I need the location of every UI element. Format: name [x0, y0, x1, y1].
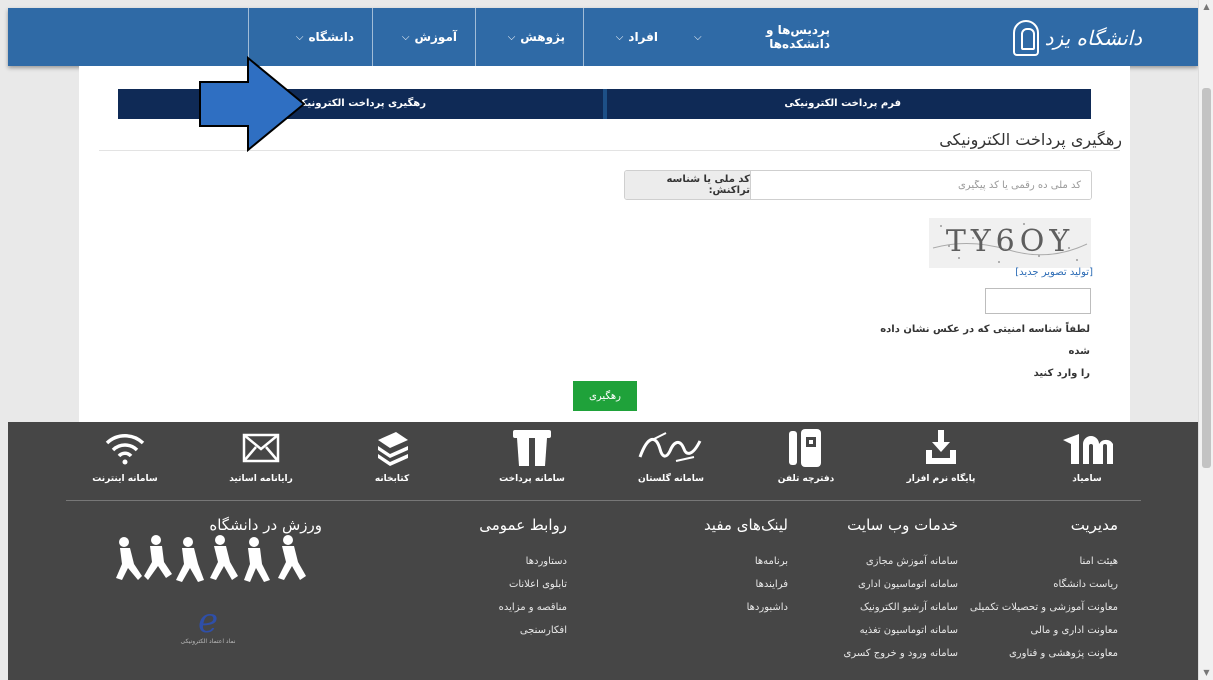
quick-link-label: سامانه اینترنت	[92, 474, 158, 484]
footer-link[interactable]: فرایندها	[704, 573, 788, 596]
quick-link-payment[interactable]: سامانه پرداخت	[477, 428, 587, 484]
quick-link-label: رایانامه اساتید	[229, 474, 293, 484]
quick-link-phonebook[interactable]: دفترچه تلفن	[751, 428, 861, 484]
logo-text: دانشگاه یزد	[1044, 26, 1143, 50]
footer-column-title: روابط عمومی	[479, 516, 567, 534]
footer-link[interactable]: برنامه‌ها	[704, 550, 788, 573]
quick-link-samyad[interactable]: سامیاد	[1032, 428, 1142, 484]
tracking-field: کد ملی یا شناسه تراکنش:	[624, 170, 1092, 200]
quick-link-library[interactable]: کتابخانه	[337, 428, 447, 484]
track-button[interactable]: رهگیری	[573, 381, 637, 411]
footer-link[interactable]: سامانه اتوماسیون اداری	[844, 573, 958, 596]
footer-column-title: ورزش در دانشگاه	[209, 516, 322, 534]
chevron-down-icon: ⌵	[295, 31, 304, 43]
footer-column-title: خدمات وب سایت	[847, 516, 958, 534]
payment-icon	[477, 428, 587, 468]
nav-people[interactable]: افراد ⌵	[583, 8, 676, 66]
footer-column-title: مدیریت	[1070, 516, 1118, 534]
tab-payment-form[interactable]: فرم پرداخت الکترونیکی	[784, 89, 901, 119]
nav-campuses[interactable]: پردیس‌ها و دانشکده‌ها ⌵	[676, 8, 848, 66]
top-navbar: دانشگاه یزد دانشگاه ⌵ آموزش ⌵ پژوهش ⌵ افراد…	[8, 8, 1198, 66]
footer-column-management: مدیریت هیئت امنا ریاست دانشگاه معاونت آم…	[970, 516, 1118, 665]
phonebook-icon	[751, 428, 861, 468]
footer-link[interactable]: معاونت اداری و مالی	[970, 619, 1118, 642]
quick-link-label: سامانه گلستان	[638, 474, 704, 484]
nav-label: پژوهش	[520, 30, 565, 44]
chevron-down-icon: ⌵	[615, 31, 624, 43]
quick-link-label: کتابخانه	[374, 474, 410, 484]
nav-education[interactable]: آموزش ⌵	[372, 8, 475, 66]
captcha-image: TY6OY	[929, 218, 1091, 268]
page-title: رهگیری پرداخت الکترونیکی	[939, 130, 1122, 149]
footer-link[interactable]: داشبوردها	[704, 596, 788, 619]
chevron-down-icon: ⌵	[507, 31, 516, 43]
footer-link[interactable]: تابلوی اعلانات	[479, 573, 567, 596]
nav-label: افراد	[628, 30, 658, 44]
quick-link-software[interactable]: پایگاه نرم افزار	[886, 428, 996, 484]
regenerate-captcha-link[interactable]: [تولید تصویر جدید]	[1015, 267, 1093, 278]
athletes-illustration[interactable]	[112, 534, 312, 590]
captcha-input[interactable]	[985, 288, 1091, 314]
scroll-up-arrow-icon[interactable]: ▲	[1199, 0, 1213, 14]
tab-divider	[603, 89, 607, 119]
quick-link-label: پایگاه نرم افزار	[906, 474, 976, 484]
footer-link[interactable]: دستاوردها	[479, 550, 567, 573]
tracking-code-input[interactable]	[751, 171, 1091, 199]
page-scrollbar[interactable]: ▲ ▼	[1198, 0, 1213, 680]
nav-label: پردیس‌ها و دانشکده‌ها	[765, 23, 830, 51]
footer-column-useful-links: لینک‌های مفید برنامه‌ها فرایندها داشبورد…	[704, 516, 788, 619]
enamad-badge[interactable]: e نماد اعتماد الکترونیکی	[168, 604, 248, 645]
university-logo[interactable]: دانشگاه یزد	[1012, 18, 1143, 58]
quick-link-label: دفترچه تلفن	[777, 474, 835, 484]
scroll-down-arrow-icon[interactable]: ▼	[1199, 666, 1213, 680]
footer-link[interactable]: سامانه اتوماسیون تغذیه	[844, 619, 958, 642]
nav-label: آموزش	[414, 30, 457, 44]
captcha-hint: لطفاً شناسه امنیتی که در عکس نشان داده ش…	[860, 319, 1090, 385]
university-emblem-icon	[1012, 20, 1039, 56]
footer-link[interactable]: سامانه ورود و خروج کسری	[844, 642, 958, 665]
footer-link[interactable]: معاونت آموزشی و تحصیلات تکمیلی	[970, 596, 1118, 619]
tracking-field-label: کد ملی یا شناسه تراکنش:	[625, 171, 751, 199]
footer-column-web-services: خدمات وب سایت سامانه آموزش مجازی سامانه …	[844, 516, 958, 665]
footer-link[interactable]: معاونت پژوهشی و فناوری	[970, 642, 1118, 665]
quick-link-golestan[interactable]: سامانه گلستان	[616, 428, 726, 484]
books-icon	[337, 428, 447, 468]
main-menu: دانشگاه ⌵ آموزش ⌵ پژوهش ⌵ افراد ⌵ پردیس‌ها و…	[248, 8, 848, 66]
footer-column-public-relations: روابط عمومی دستاوردها تابلوی اعلانات منا…	[479, 516, 567, 642]
footer-column-title: لینک‌های مفید	[703, 516, 788, 534]
chevron-down-icon: ⌵	[694, 31, 702, 43]
golestan-icon	[616, 428, 726, 468]
quick-links: سامیاد پایگاه نرم افزار دفترچه تلفن ساما…	[8, 422, 1198, 498]
nav-research[interactable]: پژوهش ⌵	[475, 8, 583, 66]
chevron-down-icon: ⌵	[401, 31, 410, 43]
quick-link-faculty-mail[interactable]: رایانامه اساتید	[206, 428, 316, 484]
footer-link[interactable]: سامانه آرشیو الکترونیک	[844, 596, 958, 619]
captcha-text: TY6OY	[945, 224, 1075, 259]
pointer-arrow	[199, 56, 306, 152]
enamad-caption: نماد اعتماد الکترونیکی	[180, 638, 236, 645]
site-footer: سامیاد پایگاه نرم افزار دفترچه تلفن ساما…	[8, 422, 1198, 680]
samyad-icon	[1032, 428, 1142, 468]
footer-link[interactable]: ریاست دانشگاه	[970, 573, 1118, 596]
download-icon	[886, 428, 996, 468]
nav-label: دانشگاه	[308, 30, 354, 44]
footer-link[interactable]: افکارسنجی	[479, 619, 567, 642]
captcha-hint-line: را وارد کنید	[1033, 368, 1090, 379]
enamad-logo: e	[197, 601, 219, 641]
quick-link-internet[interactable]: سامانه اینترنت	[70, 428, 180, 484]
captcha-hint-line: لطفاً شناسه امنیتی که در عکس نشان داده ش…	[880, 324, 1090, 357]
tab-payment-tracking[interactable]: رهگیری پرداخت الکترونیکی	[291, 89, 426, 119]
quick-link-label: سامیاد	[1072, 474, 1102, 484]
wifi-icon	[70, 428, 180, 468]
footer-link[interactable]: مناقصه و مزایده	[479, 596, 567, 619]
footer-divider	[66, 500, 1141, 501]
footer-link[interactable]: سامانه آموزش مجازی	[844, 550, 958, 573]
quick-link-label: سامانه پرداخت	[499, 474, 565, 484]
mail-icon	[206, 428, 316, 468]
footer-link[interactable]: هیئت امنا	[970, 550, 1118, 573]
scrollbar-thumb[interactable]	[1202, 88, 1211, 468]
